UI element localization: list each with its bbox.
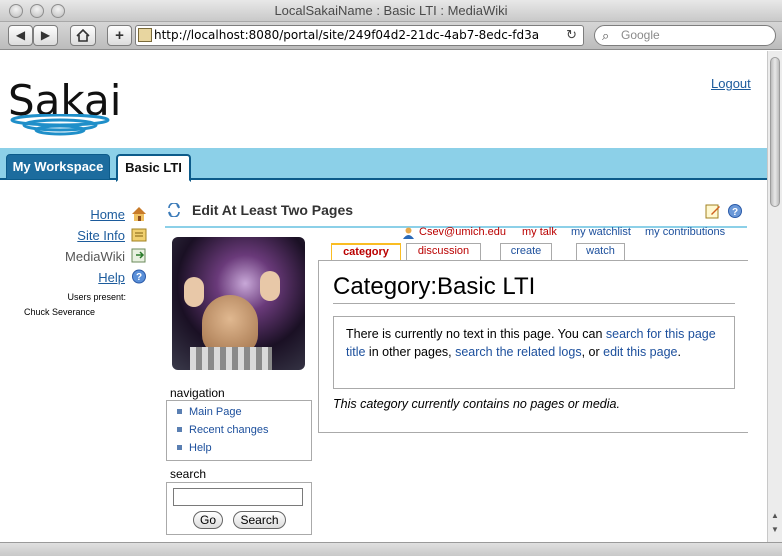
navigation-portlet: Main Page Recent changes Help	[166, 400, 312, 461]
right-hand	[260, 271, 280, 301]
go-button[interactable]: Go	[193, 511, 223, 529]
search-button[interactable]: Search	[233, 511, 286, 529]
category-empty-note: This category currently contains no page…	[333, 397, 620, 411]
notice-text-2: in other pages,	[365, 345, 456, 359]
logo-swoosh-icon	[10, 114, 110, 136]
page-scrollbar[interactable]: ▲ ▼	[767, 51, 782, 542]
window-title: LocalSakaiName : Basic LTI : MediaWiki	[274, 3, 508, 18]
left-hand	[184, 277, 204, 307]
tab-create[interactable]: create	[500, 243, 552, 260]
reset-tool-icon[interactable]	[167, 203, 181, 217]
nav-item-mediawiki[interactable]: MediaWiki	[65, 249, 125, 264]
site-tabbar: My Workspace Basic LTI	[0, 148, 767, 182]
nav-main-page-link[interactable]: Main Page	[189, 406, 242, 418]
plus-icon: +	[115, 27, 124, 44]
back-arrow-icon: ◀	[15, 28, 26, 42]
users-present-label: Users present:	[67, 292, 126, 302]
nav-recent-changes-link[interactable]: Recent changes	[189, 424, 269, 436]
bullet-icon	[177, 445, 182, 450]
house-icon	[76, 28, 90, 42]
search-placeholder: Google	[621, 28, 660, 42]
zoom-window-button[interactable]	[51, 4, 65, 18]
personal-link-user[interactable]: Csev@umich.edu	[419, 226, 506, 238]
page-title: Category:Basic LTI	[333, 273, 536, 300]
forward-arrow-icon: ▶	[40, 28, 51, 42]
bullet-icon	[177, 409, 182, 414]
nav-help-link[interactable]: Help	[189, 442, 212, 454]
personal-link-my-watchlist[interactable]: my watchlist	[571, 226, 631, 238]
nav-item-site-info[interactable]: Site Info	[77, 228, 125, 243]
tab-basic-lti[interactable]: Basic LTI	[116, 154, 191, 182]
tab-watch[interactable]: watch	[576, 243, 625, 260]
no-text-notice: There is currently no text in this page.…	[333, 316, 735, 389]
notice-text-3: , or	[581, 345, 604, 359]
back-button[interactable]: ◀	[8, 25, 33, 46]
search-related-logs-link[interactable]: search the related logs	[455, 345, 581, 359]
edit-icon[interactable]	[705, 203, 721, 219]
browser-toolbar: ◀ ▶ + http://localhost:8080/portal/site/…	[0, 22, 782, 50]
tab-my-workspace[interactable]: My Workspace	[6, 154, 110, 180]
child-head	[202, 295, 258, 355]
title-rule	[333, 303, 735, 304]
logout-link[interactable]: Logout	[711, 76, 751, 91]
notice-text-1: There is currently no text in this page.…	[346, 327, 606, 341]
favicon-icon	[138, 28, 152, 42]
search-icon: ⌕	[602, 28, 610, 43]
user-icon	[403, 227, 414, 239]
close-window-button[interactable]	[9, 4, 23, 18]
bullet-icon	[177, 427, 182, 432]
window-titlebar: LocalSakaiName : Basic LTI : MediaWiki	[0, 0, 782, 22]
reload-icon[interactable]: ↻	[566, 26, 577, 45]
personal-link-my-contributions[interactable]: my contributions	[645, 226, 725, 238]
new-tab-button[interactable]: +	[107, 25, 132, 46]
personal-link-my-talk[interactable]: my talk	[522, 226, 557, 238]
tool-title: Edit At Least Two Pages	[192, 202, 354, 218]
wiki-content: Category:Basic LTI There is currently no…	[318, 260, 748, 433]
wiki-search-input[interactable]	[173, 488, 303, 506]
address-bar[interactable]: http://localhost:8080/portal/site/249f04…	[135, 25, 584, 46]
minimize-window-button[interactable]	[30, 4, 44, 18]
site-info-icon	[131, 228, 147, 242]
tool-help-icon[interactable]: ?	[727, 203, 743, 219]
forward-button[interactable]: ▶	[33, 25, 58, 46]
nav-item-home[interactable]: Home	[90, 207, 125, 222]
scroll-down-icon[interactable]: ▼	[771, 525, 779, 534]
tab-category[interactable]: category	[331, 243, 401, 260]
search-portlet: Go Search	[166, 482, 312, 535]
tab-discussion[interactable]: discussion	[406, 243, 481, 260]
page-content: Sakai Logout My Workspace Basic LTI Home…	[0, 51, 767, 542]
web-search-input[interactable]: ⌕ Google	[594, 25, 776, 46]
scroll-up-icon[interactable]: ▲	[771, 511, 779, 520]
mediawiki-icon	[131, 248, 146, 263]
home-button[interactable]	[70, 25, 96, 46]
edit-page-link[interactable]: edit this page	[603, 345, 677, 359]
scrollbar-thumb[interactable]	[770, 57, 780, 207]
wiki-logo-image	[172, 237, 305, 370]
nav-item-help[interactable]: Help	[98, 270, 125, 285]
help-icon: ?	[132, 269, 146, 284]
svg-text:?: ?	[732, 207, 738, 218]
tool-nav: Home Site Info MediaWiki Help ? Users pr…	[0, 203, 160, 323]
child-shirt	[190, 347, 272, 370]
user-present-name: Chuck Severance	[24, 307, 96, 317]
home-icon	[132, 207, 146, 221]
url-text: http://localhost:8080/portal/site/249f04…	[154, 28, 540, 42]
notice-text-4: .	[677, 345, 681, 359]
search-heading: search	[170, 467, 207, 481]
svg-text:?: ?	[136, 272, 142, 283]
navigation-heading: navigation	[170, 386, 225, 400]
browser-statusbar	[0, 542, 782, 556]
